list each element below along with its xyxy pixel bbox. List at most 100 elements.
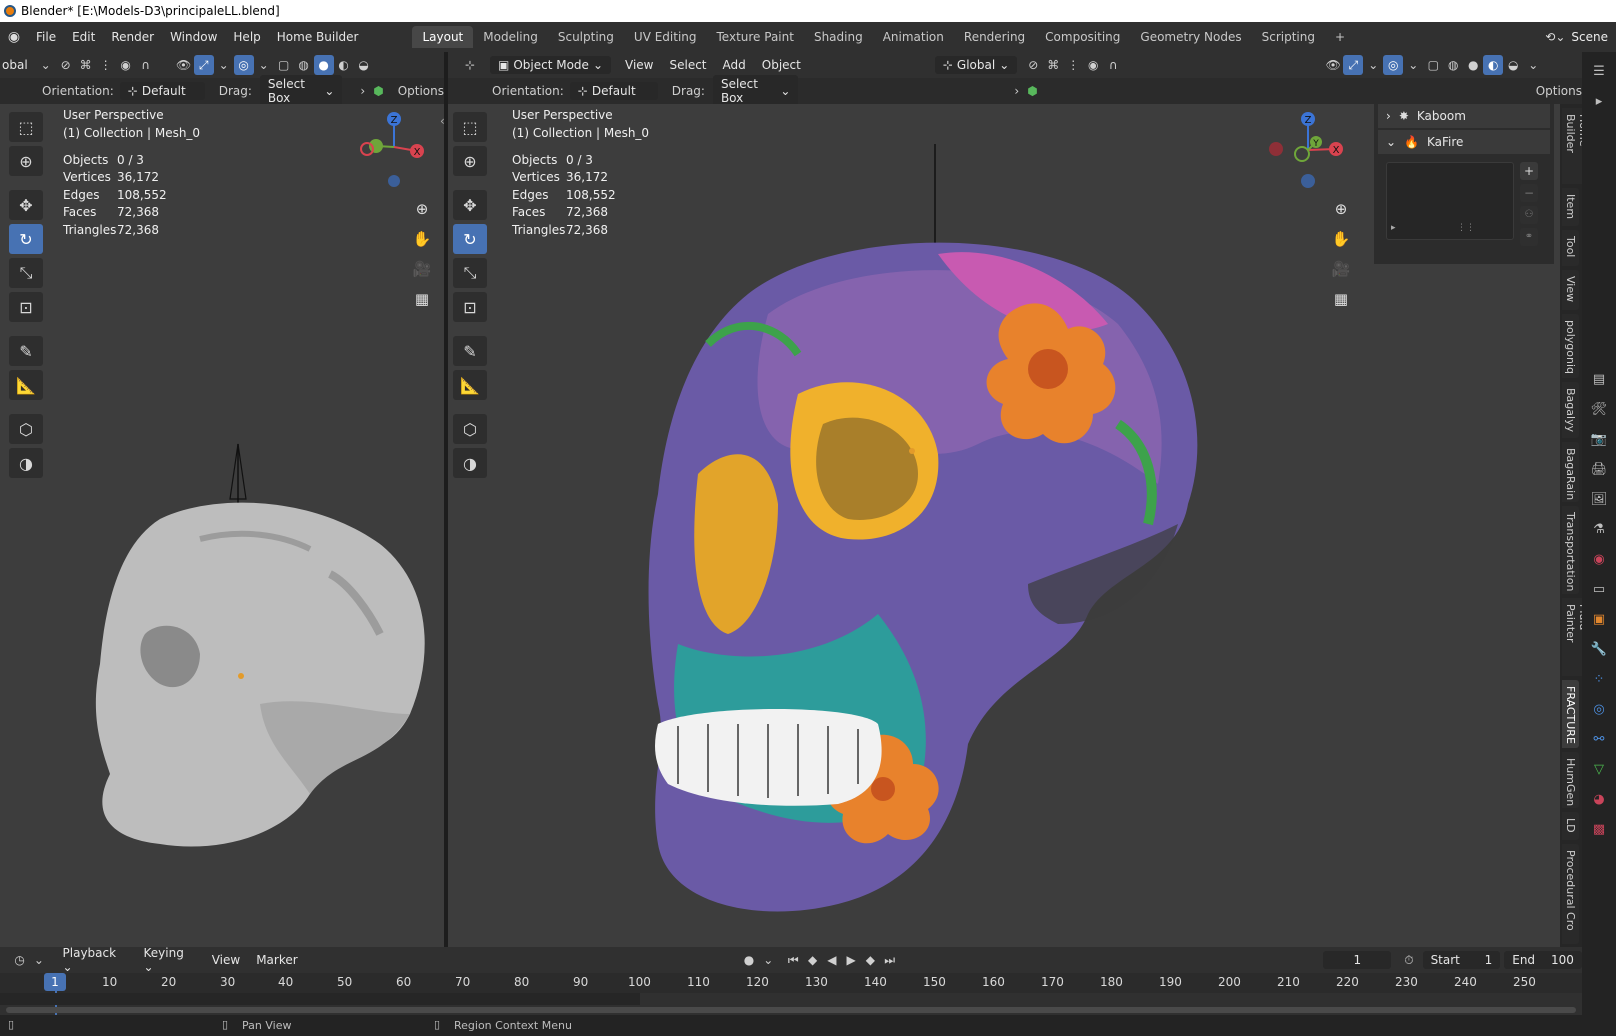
grid-icon[interactable]: ▦ bbox=[1328, 286, 1354, 312]
snap-icon[interactable]: ⌘ bbox=[1043, 55, 1063, 75]
addon-cube-icon[interactable]: ⬢ bbox=[1027, 84, 1037, 98]
material-shading-icon[interactable]: ◐ bbox=[1483, 55, 1504, 75]
resize-handle-icon[interactable]: ⋮⋮ bbox=[1457, 223, 1475, 233]
menu-view[interactable]: View bbox=[617, 58, 661, 72]
scene-selector[interactable]: ⟲⌄ Scene bbox=[1545, 22, 1616, 52]
annotate-tool-icon[interactable]: ✎ bbox=[453, 336, 487, 366]
rendered-shading-icon[interactable]: ◒ bbox=[354, 55, 374, 75]
timeline-scrollbar[interactable] bbox=[6, 1007, 1576, 1013]
render-properties-icon[interactable]: 📷 bbox=[1588, 428, 1610, 450]
stopwatch-icon[interactable]: ⏱ bbox=[1399, 950, 1418, 970]
record-icon[interactable]: ● bbox=[739, 950, 758, 970]
overlays-toggle-icon[interactable]: ◎ bbox=[1383, 55, 1404, 75]
add-item-button[interactable]: + bbox=[1520, 162, 1538, 180]
transform-orientation-dropdown[interactable]: obal bbox=[0, 58, 28, 72]
editor-type-icon[interactable]: ▤ bbox=[1588, 368, 1610, 390]
rendered-shading-icon[interactable]: ◒ bbox=[1503, 55, 1523, 75]
chevron-down-icon[interactable]: ⌄ bbox=[1403, 55, 1423, 75]
transform-orientation-dropdown[interactable]: ⊹ Global ⌄ bbox=[934, 56, 1018, 74]
constraints-icon[interactable]: ⚯ bbox=[1588, 728, 1610, 750]
zoom-icon[interactable]: ⊕ bbox=[409, 196, 435, 222]
chevron-down-icon[interactable]: ⌄ bbox=[36, 55, 56, 75]
select-box-tool-icon[interactable]: ⬚ bbox=[9, 112, 43, 142]
physics-icon[interactable]: ◎ bbox=[1588, 698, 1610, 720]
tab-animation[interactable]: Animation bbox=[873, 26, 954, 48]
extra-tool-icon[interactable]: ◑ bbox=[453, 448, 487, 478]
proportional-edit-icon[interactable]: ◉ bbox=[116, 55, 136, 75]
move-tool-icon[interactable]: ✥ bbox=[9, 190, 43, 220]
snap-increment-icon[interactable]: ⋮ bbox=[1063, 55, 1083, 75]
pan-hand-icon[interactable]: ✋ bbox=[409, 226, 435, 252]
pan-hand-icon[interactable]: ✋ bbox=[1328, 226, 1354, 252]
world-properties-icon[interactable]: ◉ bbox=[1588, 548, 1610, 570]
menu-window[interactable]: Window bbox=[162, 30, 225, 44]
cursor-tool-icon[interactable]: ⊕ bbox=[453, 146, 487, 176]
addon-cube-icon[interactable]: ⬢ bbox=[373, 84, 383, 98]
solid-shading-icon[interactable]: ● bbox=[1463, 55, 1483, 75]
xray-icon[interactable]: ▢ bbox=[1423, 55, 1443, 75]
annotate-tool-icon[interactable]: ✎ bbox=[9, 336, 43, 366]
start-frame-field[interactable]: Start 1 bbox=[1422, 951, 1501, 969]
falloff-icon[interactable]: ∩ bbox=[1103, 55, 1123, 75]
data-properties-icon[interactable]: ▽ bbox=[1588, 758, 1610, 780]
material-shading-icon[interactable]: ◐ bbox=[334, 55, 354, 75]
tab-rendering[interactable]: Rendering bbox=[954, 26, 1035, 48]
view-layer-icon[interactable]: 🖼 bbox=[1588, 488, 1610, 510]
xray-icon[interactable]: ▢ bbox=[274, 55, 294, 75]
menu-edit[interactable]: Edit bbox=[64, 30, 103, 44]
menu-add[interactable]: Add bbox=[715, 58, 754, 72]
tab-tool[interactable]: Tool bbox=[1562, 230, 1579, 266]
options-button[interactable]: Options bbox=[398, 84, 444, 98]
tab-shading[interactable]: Shading bbox=[804, 26, 873, 48]
snap-increment-icon[interactable]: ⋮ bbox=[96, 55, 116, 75]
timeline-ruler[interactable]: 1 10 20 30 40 50 60 70 80 90 100 110 120… bbox=[0, 973, 1582, 1015]
pivot-icon[interactable]: ⊘ bbox=[1023, 55, 1043, 75]
add-cube-tool-icon[interactable]: ⬡ bbox=[9, 414, 43, 444]
tab-humgen[interactable]: HumGen bbox=[1562, 752, 1579, 808]
orientation-dropdown[interactable]: ⊹ Default bbox=[569, 82, 658, 100]
object-properties-icon[interactable]: ▣ bbox=[1588, 608, 1610, 630]
tab-bagalyy[interactable]: Bagalyy bbox=[1562, 382, 1579, 438]
zoom-icon[interactable]: ⊕ bbox=[1328, 196, 1354, 222]
left-viewport[interactable]: ⬚ ⊕ ✥ ↻ ⤡ ⊡ ✎ 📐 ⬡ ◑ User Perspective (1)… bbox=[0, 104, 444, 947]
scene-properties-icon[interactable]: ⚗ bbox=[1588, 518, 1610, 540]
texture-properties-icon[interactable]: ▩ bbox=[1588, 818, 1610, 840]
menu-help[interactable]: Help bbox=[225, 30, 268, 44]
expand-icon[interactable]: ▸ bbox=[1391, 223, 1396, 233]
rotate-tool-icon[interactable]: ↻ bbox=[9, 224, 43, 254]
tab-geometry-nodes[interactable]: Geometry Nodes bbox=[1130, 26, 1251, 48]
cursor-tool-icon[interactable]: ⊕ bbox=[9, 146, 43, 176]
blender-menu-icon[interactable]: ◉ bbox=[0, 29, 28, 45]
scale-tool-icon[interactable]: ⤡ bbox=[9, 258, 43, 288]
menu-object[interactable]: Object bbox=[754, 58, 809, 72]
wireframe-shading-icon[interactable]: ◍ bbox=[1443, 55, 1463, 75]
users-icon[interactable]: ⚇ bbox=[1520, 206, 1538, 224]
outliner-icon[interactable]: ☰ bbox=[1588, 60, 1610, 82]
tab-procedural[interactable]: Procedural Cro bbox=[1562, 844, 1579, 944]
next-keyframe-icon[interactable]: ◆ bbox=[861, 950, 880, 970]
camera-icon[interactable]: 🎥 bbox=[1328, 256, 1354, 282]
tab-compositing[interactable]: Compositing bbox=[1035, 26, 1130, 48]
solid-shading-icon[interactable]: ● bbox=[313, 55, 334, 75]
remove-item-button[interactable]: − bbox=[1520, 184, 1538, 202]
jump-start-icon[interactable]: ⏮ bbox=[784, 950, 803, 970]
modifier-properties-icon[interactable]: 🔧 bbox=[1588, 638, 1610, 660]
tab-modeling[interactable]: Modeling bbox=[473, 26, 548, 48]
gizmo-neg-z[interactable] bbox=[388, 175, 400, 187]
measure-tool-icon[interactable]: 📐 bbox=[453, 370, 487, 400]
navigation-gizmo[interactable]: Z X bbox=[354, 104, 434, 189]
tab-transportation[interactable]: Transportation bbox=[1562, 506, 1579, 594]
proportional-edit-icon[interactable]: ◉ bbox=[1083, 55, 1103, 75]
tab-layout[interactable]: Layout bbox=[412, 26, 474, 48]
jump-end-icon[interactable]: ⏭ bbox=[880, 950, 899, 970]
extra-tool-icon[interactable]: ◑ bbox=[9, 448, 43, 478]
mode-dropdown[interactable]: ▣ Object Mode ⌄ bbox=[490, 56, 611, 74]
tab-texture-paint[interactable]: Texture Paint bbox=[707, 26, 804, 48]
drag-dropdown[interactable]: Select Box ⌄ bbox=[712, 75, 799, 107]
wireframe-shading-icon[interactable]: ◍ bbox=[294, 55, 314, 75]
menu-marker[interactable]: Marker bbox=[248, 953, 305, 967]
tab-ld[interactable]: LD bbox=[1562, 812, 1579, 840]
panel-kafire[interactable]: ⌄ 🔥 KaFire bbox=[1378, 130, 1550, 154]
select-box-tool-icon[interactable]: ⬚ bbox=[453, 112, 487, 142]
kafire-list[interactable]: ▸ ⋮⋮ bbox=[1386, 162, 1514, 240]
